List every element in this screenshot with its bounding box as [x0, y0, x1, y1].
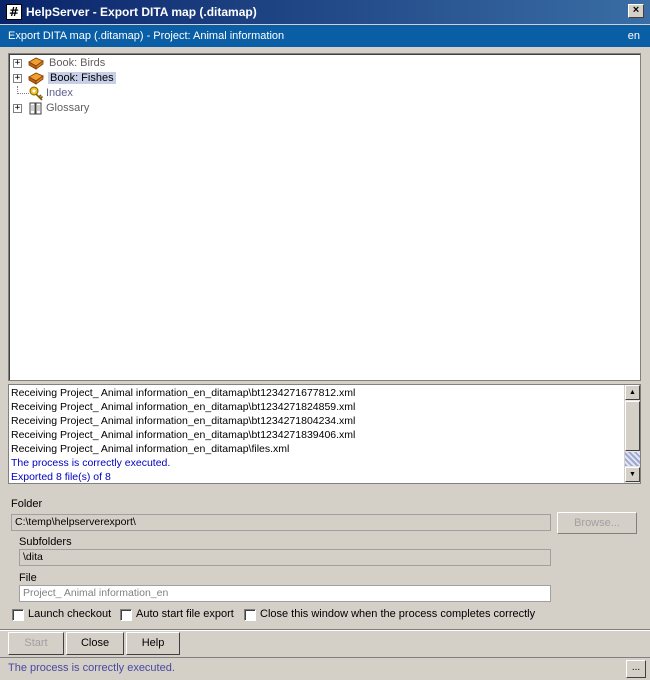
key-icon	[29, 86, 44, 101]
close-button[interactable]: Close	[66, 632, 124, 655]
auto-start-export-checkbox[interactable]	[120, 609, 132, 621]
status-details-button[interactable]: ...	[626, 660, 646, 678]
status-bar: The process is correctly executed. ...	[0, 657, 650, 680]
start-button[interactable]: Start	[8, 632, 64, 655]
map-tree-panel[interactable]: + Book: Birds + Book: Fishes Index + Glo…	[8, 53, 641, 381]
close-on-complete-option[interactable]: Close this window when the process compl…	[244, 608, 544, 622]
expand-toggle-icon[interactable]: +	[13, 74, 22, 83]
tree-item-index[interactable]: Index	[13, 86, 313, 101]
tree-item-label[interactable]: Index	[46, 87, 73, 99]
log-line: Receiving Project_ Animal information_en…	[11, 443, 290, 455]
language-indicator: en	[627, 30, 640, 42]
file-label: File	[19, 572, 37, 584]
log-line: Receiving Project_ Animal information_en…	[11, 415, 356, 427]
tree-item-label-selected[interactable]: Book: Fishes	[48, 72, 116, 84]
scroll-thumb[interactable]	[625, 401, 640, 451]
auto-start-export-option[interactable]: Auto start file export	[120, 608, 245, 622]
log-line: Receiving Project_ Animal information_en…	[11, 401, 356, 413]
log-scrollbar[interactable]: ▲ ▼	[624, 385, 640, 483]
subfolders-field[interactable]: \dita	[19, 549, 551, 566]
tree-item-book-birds[interactable]: + Book: Birds	[13, 56, 313, 71]
launch-checkout-option[interactable]: Launch checkout	[12, 608, 122, 622]
window-title: HelpServer - Export DITA map (.ditamap)	[26, 5, 257, 19]
scroll-position-grip[interactable]	[625, 452, 640, 466]
window-close-button[interactable]: ×	[628, 4, 644, 18]
subfolders-label: Subfolders	[19, 536, 72, 548]
launch-checkout-label[interactable]: Launch checkout	[28, 608, 111, 620]
close-on-complete-checkbox[interactable]	[244, 609, 256, 621]
status-message: The process is correctly executed.	[8, 662, 175, 674]
log-lines: Receiving Project_ Animal information_en…	[11, 387, 621, 485]
help-button[interactable]: Help	[126, 632, 180, 655]
export-log-panel[interactable]: Receiving Project_ Animal information_en…	[8, 384, 641, 484]
glossary-book-icon	[29, 102, 42, 115]
log-line: Receiving Project_ Animal information_en…	[11, 387, 356, 399]
header-title: Export DITA map (.ditamap) - Project: An…	[8, 30, 285, 42]
scroll-down-arrow-icon[interactable]: ▼	[625, 467, 640, 482]
folder-label: Folder	[11, 498, 43, 510]
button-divider	[0, 629, 650, 631]
window-title-bar: # HelpServer - Export DITA map (.ditamap…	[0, 0, 650, 24]
tree-item-book-fishes[interactable]: + Book: Fishes	[13, 71, 313, 86]
auto-start-export-label[interactable]: Auto start file export	[136, 608, 234, 620]
expand-toggle-icon[interactable]: +	[13, 104, 22, 113]
expand-toggle-icon[interactable]: +	[13, 59, 22, 68]
book-icon	[28, 72, 44, 85]
log-line-success: The process is correctly executed.	[11, 457, 171, 469]
tree-item-label[interactable]: Glossary	[46, 102, 89, 114]
log-line-summary: Exported 8 file(s) of 8	[11, 471, 111, 483]
tree-item-label[interactable]: Book: Birds	[49, 57, 105, 69]
scroll-up-arrow-icon[interactable]: ▲	[625, 385, 640, 400]
file-name-field[interactable]: Project_ Animal information_en	[19, 585, 551, 602]
app-icon: #	[6, 4, 22, 20]
close-on-complete-label[interactable]: Close this window when the process compl…	[260, 608, 535, 620]
dialog-header: Export DITA map (.ditamap) - Project: An…	[0, 25, 650, 47]
book-icon	[28, 57, 44, 70]
launch-checkout-checkbox[interactable]	[12, 609, 24, 621]
tree-item-glossary[interactable]: + Glossary	[13, 101, 313, 116]
browse-button[interactable]: Browse...	[557, 512, 637, 534]
folder-field[interactable]: C:\temp\helpserverexport\	[11, 514, 551, 531]
log-line: Receiving Project_ Animal information_en…	[11, 429, 356, 441]
